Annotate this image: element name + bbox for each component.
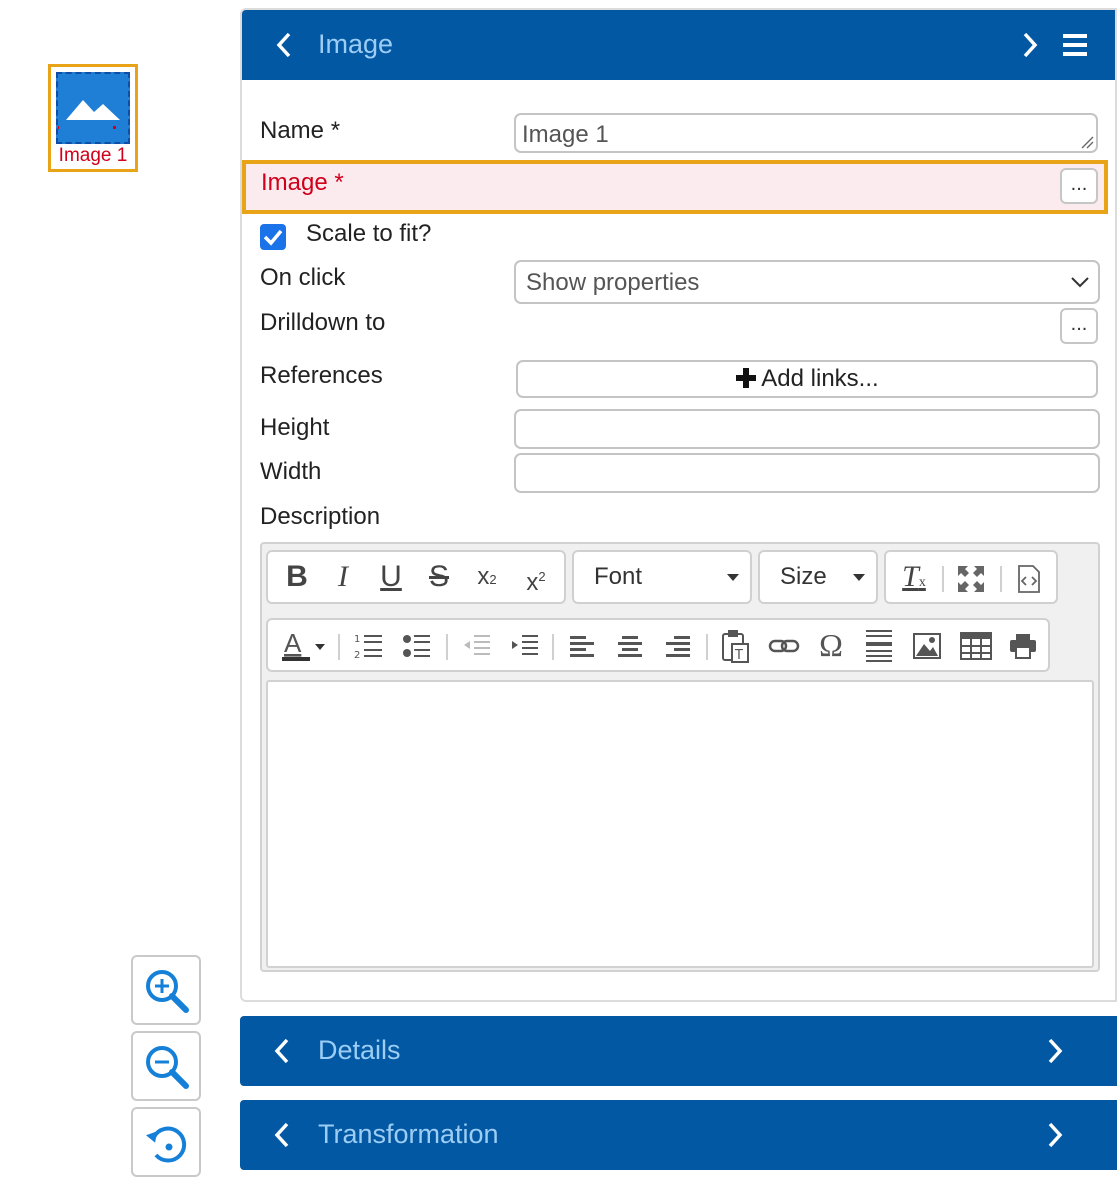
editor-content-area[interactable] bbox=[266, 680, 1094, 968]
scale-to-fit-label: Scale to fit? bbox=[306, 220, 432, 247]
canvas-element-caption: Image 1 bbox=[58, 145, 128, 166]
resize-handle-icon[interactable] bbox=[1080, 135, 1094, 149]
superscript-icon[interactable]: x2 bbox=[520, 552, 552, 602]
zoom-reset-icon bbox=[145, 1126, 187, 1163]
chevron-down-icon bbox=[1071, 277, 1089, 288]
scale-to-fit-checkbox[interactable] bbox=[260, 224, 286, 250]
panel-header: Image bbox=[242, 10, 1115, 80]
outdent-icon[interactable] bbox=[462, 632, 492, 660]
add-links-label: Add links... bbox=[761, 365, 879, 392]
numbered-list-icon[interactable]: 1 2 bbox=[354, 632, 384, 660]
image-browse-button[interactable]: ... bbox=[1060, 168, 1098, 204]
chevron-right-icon[interactable] bbox=[1020, 31, 1040, 59]
insert-table-icon[interactable] bbox=[960, 632, 992, 660]
chevron-right-icon[interactable] bbox=[1045, 1121, 1065, 1149]
onclick-selected-value: Show properties bbox=[526, 269, 700, 296]
source-code-icon[interactable] bbox=[1016, 564, 1042, 594]
width-field[interactable] bbox=[514, 453, 1100, 493]
image-label: Image * bbox=[261, 169, 344, 196]
chevron-left-icon[interactable] bbox=[272, 1037, 292, 1065]
image-field-row: Image * ... bbox=[242, 160, 1108, 214]
text-color-icon[interactable]: A bbox=[282, 630, 328, 662]
details-section-header[interactable]: Details bbox=[240, 1016, 1117, 1086]
chevron-left-icon[interactable] bbox=[272, 1121, 292, 1149]
zoom-out-icon bbox=[146, 1046, 189, 1089]
width-label: Width bbox=[260, 458, 322, 485]
references-label: References bbox=[260, 362, 383, 389]
italic-icon[interactable]: I bbox=[328, 552, 358, 602]
tools-group: Tx bbox=[884, 550, 1058, 604]
caret-down-icon bbox=[727, 574, 739, 581]
remove-format-icon[interactable]: Tx bbox=[896, 552, 932, 602]
font-dropdown-label: Font bbox=[594, 563, 643, 590]
zoom-out-button[interactable] bbox=[131, 1031, 201, 1101]
description-label: Description bbox=[260, 503, 381, 530]
zoom-reset-button[interactable] bbox=[131, 1107, 201, 1177]
align-right-icon[interactable] bbox=[664, 632, 692, 660]
svg-text:A: A bbox=[284, 630, 302, 658]
panel-title: Image bbox=[318, 29, 394, 59]
bulleted-list-icon[interactable] bbox=[402, 632, 432, 660]
special-character-icon[interactable]: Ω bbox=[814, 620, 848, 670]
paste-text-icon[interactable]: T bbox=[720, 628, 750, 664]
svg-text:1: 1 bbox=[354, 634, 360, 645]
chevron-left-icon[interactable] bbox=[274, 31, 294, 59]
image-placeholder-icon bbox=[56, 72, 130, 144]
font-dropdown[interactable]: Font bbox=[572, 550, 752, 604]
name-field-value: Image 1 bbox=[522, 121, 609, 148]
zoom-in-icon bbox=[146, 970, 189, 1013]
image-properties-panel: Image Name * Image 1 Image * ... Scale t… bbox=[240, 8, 1117, 1002]
size-dropdown-label: Size bbox=[780, 563, 827, 590]
canvas-image-element[interactable]: Image 1 bbox=[48, 64, 138, 172]
align-left-icon[interactable] bbox=[568, 632, 596, 660]
name-label: Name * bbox=[260, 117, 341, 144]
height-label: Height bbox=[260, 414, 330, 441]
transformation-section-header[interactable]: Transformation bbox=[240, 1100, 1117, 1170]
add-links-button[interactable]: Add links... bbox=[516, 360, 1098, 398]
onclick-label: On click bbox=[260, 264, 346, 291]
strikethrough-icon[interactable]: S bbox=[424, 552, 454, 602]
subscript-icon[interactable]: x2 bbox=[472, 552, 502, 602]
print-icon[interactable] bbox=[1008, 632, 1038, 660]
hamburger-menu-icon[interactable] bbox=[1062, 32, 1088, 58]
details-section-title: Details bbox=[318, 1035, 401, 1065]
bold-icon[interactable]: B bbox=[282, 552, 312, 602]
chevron-right-icon[interactable] bbox=[1045, 1037, 1065, 1065]
onclick-select[interactable]: Show properties bbox=[514, 260, 1100, 304]
svg-text:2: 2 bbox=[354, 650, 360, 660]
horizontal-line-icon[interactable] bbox=[864, 628, 894, 664]
checkmark-icon bbox=[263, 229, 283, 246]
paragraph-toolbar: A 1 2 T Ω bbox=[266, 618, 1050, 672]
maximize-icon[interactable] bbox=[956, 564, 986, 594]
height-field[interactable] bbox=[514, 409, 1100, 449]
text-style-group: B I U S x2 x2 bbox=[266, 550, 566, 604]
align-center-icon[interactable] bbox=[616, 632, 644, 660]
caret-down-icon bbox=[853, 574, 865, 581]
size-dropdown[interactable]: Size bbox=[758, 550, 878, 604]
svg-text:T: T bbox=[734, 648, 743, 663]
underline-icon[interactable]: U bbox=[376, 552, 406, 602]
indent-icon[interactable] bbox=[510, 632, 540, 660]
link-icon[interactable] bbox=[768, 634, 800, 658]
insert-image-icon[interactable] bbox=[912, 632, 942, 660]
plus-icon bbox=[736, 368, 757, 388]
name-field[interactable]: Image 1 bbox=[514, 113, 1098, 153]
zoom-in-button[interactable] bbox=[131, 955, 201, 1025]
rich-text-editor: B I U S x2 x2 Font Size Tx A 1 2 T Ω bbox=[260, 542, 1100, 972]
drilldown-label: Drilldown to bbox=[260, 309, 386, 336]
drilldown-browse-button[interactable]: ... bbox=[1060, 308, 1098, 344]
transformation-section-title: Transformation bbox=[318, 1119, 499, 1149]
